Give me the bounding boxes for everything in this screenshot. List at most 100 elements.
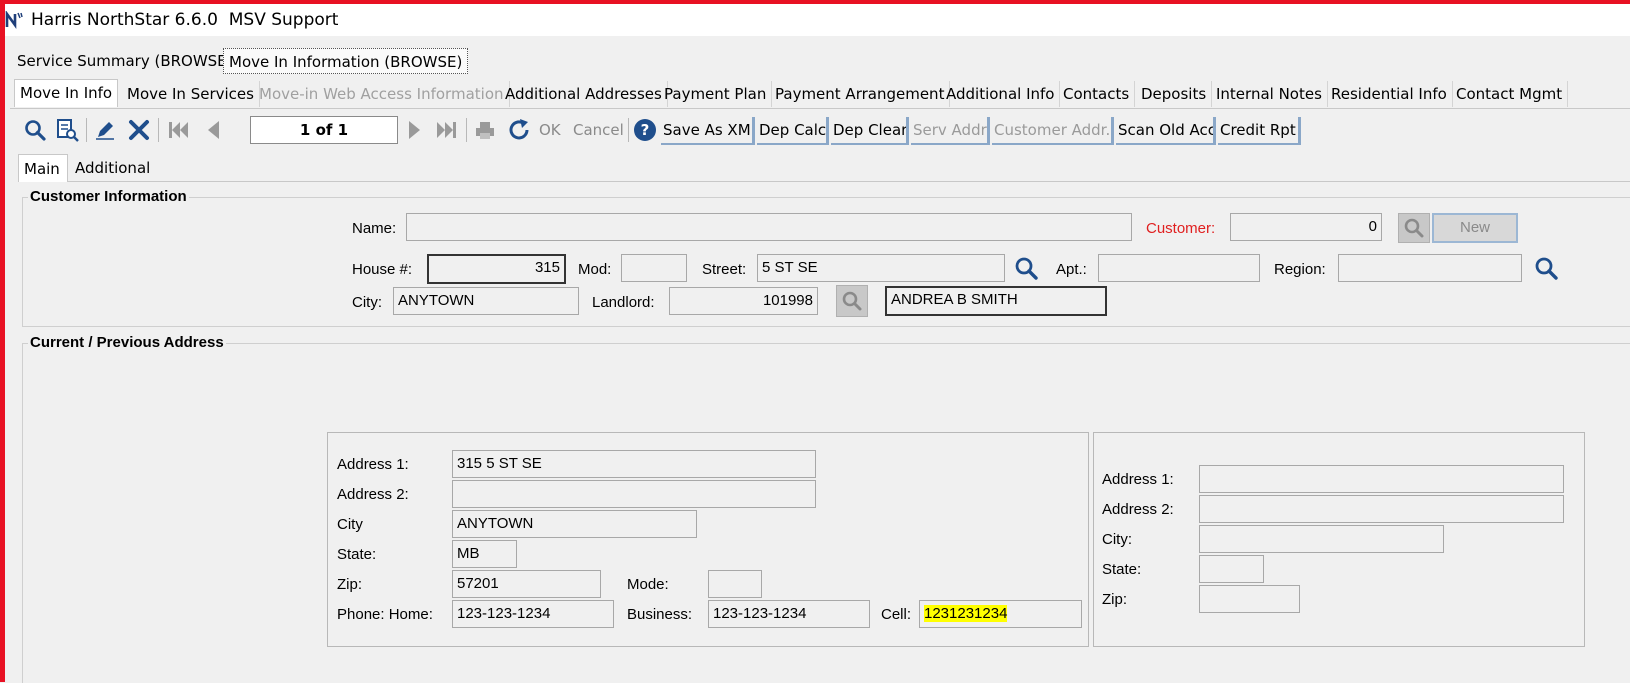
help-icon[interactable]: ?: [632, 118, 658, 142]
previous-record-icon[interactable]: [200, 118, 226, 142]
region-search-icon[interactable]: [1532, 254, 1560, 282]
edit-pencil-icon[interactable]: [92, 118, 118, 142]
current-state-field[interactable]: MB: [452, 540, 517, 568]
tab-contact-mgmt[interactable]: Contact Mgmt: [1451, 81, 1569, 107]
landlord-search-icon[interactable]: [836, 285, 868, 317]
app-logo-icon: [5, 11, 23, 29]
street-field[interactable]: 5 ST SE: [757, 254, 1005, 282]
customer-addr-button[interactable]: Customer Addr.: [992, 117, 1114, 145]
current-address1-field[interactable]: 315 5 ST SE: [452, 450, 816, 478]
first-record-icon[interactable]: [165, 118, 191, 142]
business-phone-field[interactable]: 123-123-1234: [708, 600, 870, 628]
house-number-field[interactable]: 315: [427, 254, 566, 284]
delete-x-icon[interactable]: [126, 118, 152, 142]
current-address2-field[interactable]: [452, 480, 816, 508]
ok-button[interactable]: OK: [539, 121, 561, 139]
apt-field[interactable]: [1098, 254, 1260, 282]
state-label: State:: [337, 546, 377, 563]
dep-clear-button[interactable]: Dep Clear: [831, 117, 909, 145]
zip-label: Zip:: [337, 576, 363, 593]
landlord-name-field: ANDREA B SMITH: [885, 286, 1107, 316]
mod-field[interactable]: [621, 254, 687, 282]
tab-deposits[interactable]: Deposits: [1136, 81, 1213, 107]
name-label: Name:: [352, 220, 397, 237]
tab-additional-info[interactable]: Additional Info: [941, 81, 1061, 107]
search-icon[interactable]: [22, 118, 48, 142]
tab-service-summary[interactable]: Service Summary (BROWSE): [12, 48, 238, 74]
landlord-number-field[interactable]: 101998: [669, 287, 818, 315]
tab-contacts[interactable]: Contacts: [1058, 81, 1136, 107]
toolbar-separator: [86, 118, 87, 142]
new-customer-button[interactable]: New: [1432, 213, 1518, 243]
tab-move-in-information[interactable]: Move In Information (BROWSE): [223, 48, 469, 74]
zip-label: Zip:: [1102, 591, 1128, 608]
address2-label: Address 2:: [337, 486, 409, 503]
house-number-label: House #:: [352, 261, 413, 278]
region-label: Region:: [1274, 261, 1326, 278]
tab-residential-info[interactable]: Residential Info: [1326, 81, 1453, 107]
sub-tab-divider: [68, 181, 1630, 182]
toolbar-separator: [628, 118, 629, 142]
address1-label: Address 1:: [337, 456, 409, 473]
toolbar-separator: [466, 118, 467, 142]
name-field[interactable]: [406, 213, 1132, 241]
serv-addr-button[interactable]: Serv Addr: [911, 117, 990, 145]
record-position-field[interactable]: 1 of 1: [250, 116, 398, 144]
address1-label: Address 1:: [1102, 471, 1174, 488]
report-search-icon[interactable]: [54, 118, 80, 142]
scan-old-acc-button[interactable]: Scan Old Acc: [1116, 117, 1216, 145]
print-icon[interactable]: [472, 118, 498, 142]
tab-move-in-info[interactable]: Move In Info: [14, 79, 119, 107]
tab-additional-addresses[interactable]: Additional Addresses: [500, 81, 668, 107]
toolbar-separator: [158, 118, 159, 142]
tab-move-in-services[interactable]: Move In Services: [122, 81, 260, 107]
tab-payment-plan[interactable]: Payment Plan: [659, 81, 773, 107]
cell-phone-label: Cell:: [881, 606, 912, 623]
street-label: Street:: [702, 261, 747, 278]
business-phone-label: Business:: [627, 606, 693, 623]
phone-home-field[interactable]: 123-123-1234: [452, 600, 614, 628]
city-field[interactable]: ANYTOWN: [393, 287, 579, 315]
phone-home-label: Phone: Home:: [337, 606, 433, 623]
previous-address1-field[interactable]: [1199, 465, 1564, 493]
current-previous-address-title: Current / Previous Address: [28, 334, 226, 351]
mod-label: Mod:: [578, 261, 612, 278]
toolbar: 1 of 1 OK Cancel ? Save As XML Dep Calc …: [10, 112, 1630, 148]
customer-number-field[interactable]: 0: [1230, 213, 1382, 241]
city-label: City: [337, 516, 363, 533]
svg-text:?: ?: [641, 121, 650, 139]
next-record-icon[interactable]: [402, 118, 428, 142]
current-zip-field[interactable]: 57201: [452, 570, 601, 598]
tab-internal-notes[interactable]: Internal Notes: [1211, 81, 1328, 107]
dep-calc-button[interactable]: Dep Calc: [757, 117, 829, 145]
customer-information-title: Customer Information: [28, 188, 189, 205]
state-label: State:: [1102, 561, 1142, 578]
customer-label: Customer:: [1146, 220, 1216, 237]
landlord-label: Landlord:: [592, 294, 655, 311]
previous-state-field[interactable]: [1199, 555, 1264, 583]
address2-label: Address 2:: [1102, 501, 1174, 518]
previous-zip-field[interactable]: [1199, 585, 1300, 613]
previous-city-field[interactable]: [1199, 525, 1444, 553]
street-search-icon[interactable]: [1012, 254, 1040, 282]
cell-phone-field[interactable]: 1231231234: [919, 600, 1082, 628]
customer-search-icon[interactable]: [1398, 213, 1430, 243]
cancel-button[interactable]: Cancel: [573, 121, 624, 139]
city-label: City:: [1102, 531, 1132, 548]
previous-address2-field[interactable]: [1199, 495, 1564, 523]
refresh-icon[interactable]: [506, 118, 532, 142]
cell-phone-value: 1231231234: [924, 605, 1008, 622]
mode-field[interactable]: [708, 570, 762, 598]
current-city-field[interactable]: ANYTOWN: [452, 510, 697, 538]
credit-rpt-button[interactable]: Credit Rpt: [1218, 117, 1301, 145]
tab-additional[interactable]: Additional: [70, 154, 155, 182]
tab-main[interactable]: Main: [18, 154, 68, 182]
city-label: City:: [352, 294, 382, 311]
save-as-xml-button[interactable]: Save As XML: [661, 117, 755, 145]
apt-label: Apt.:: [1056, 261, 1087, 278]
tab-move-in-web-access[interactable]: Move-in Web Access Information: [254, 81, 510, 107]
window-frame-left: [0, 0, 5, 682]
last-record-icon[interactable]: [434, 118, 460, 142]
tab-payment-arrangement[interactable]: Payment Arrangement: [770, 81, 951, 107]
region-field[interactable]: [1338, 254, 1522, 282]
